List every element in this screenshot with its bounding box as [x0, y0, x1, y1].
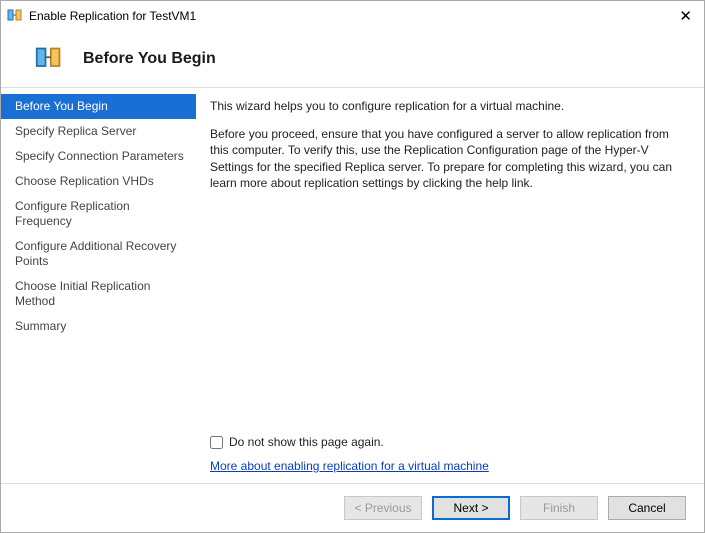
wizard-body: Before You BeginSpecify Replica ServerSp…	[1, 88, 704, 483]
sidebar-step-3[interactable]: Choose Replication VHDs	[1, 169, 196, 194]
close-icon[interactable]: ✕	[675, 7, 696, 25]
finish-button: Finish	[520, 496, 598, 520]
dont-show-again-label: Do not show this page again.	[229, 435, 384, 449]
wizard-footer: < Previous Next > Finish Cancel	[1, 483, 704, 532]
previous-button: < Previous	[344, 496, 422, 520]
body-text: Before you proceed, ensure that you have…	[210, 126, 684, 191]
page-title: Before You Begin	[83, 50, 216, 68]
sidebar-step-4[interactable]: Configure Replication Frequency	[1, 194, 196, 234]
sidebar-step-5[interactable]: Configure Additional Recovery Points	[1, 234, 196, 274]
wizard-content: This wizard helps you to configure repli…	[196, 88, 704, 483]
wizard-steps-sidebar: Before You BeginSpecify Replica ServerSp…	[1, 88, 196, 483]
wizard-header: Before You Begin	[1, 31, 704, 88]
sidebar-step-0[interactable]: Before You Begin	[1, 94, 196, 119]
cancel-button[interactable]: Cancel	[608, 496, 686, 520]
dont-show-again-row[interactable]: Do not show this page again.	[210, 435, 684, 449]
titlebar: Enable Replication for TestVM1 ✕	[1, 1, 704, 31]
replication-icon	[35, 45, 63, 73]
dont-show-again-checkbox[interactable]	[210, 436, 223, 449]
help-link[interactable]: More about enabling replication for a vi…	[210, 459, 684, 473]
intro-text: This wizard helps you to configure repli…	[210, 98, 684, 114]
next-button[interactable]: Next >	[432, 496, 510, 520]
replication-icon	[7, 8, 23, 24]
sidebar-step-7[interactable]: Summary	[1, 314, 196, 339]
sidebar-step-2[interactable]: Specify Connection Parameters	[1, 144, 196, 169]
window-title: Enable Replication for TestVM1	[29, 9, 196, 23]
sidebar-step-1[interactable]: Specify Replica Server	[1, 119, 196, 144]
sidebar-step-6[interactable]: Choose Initial Replication Method	[1, 274, 196, 314]
